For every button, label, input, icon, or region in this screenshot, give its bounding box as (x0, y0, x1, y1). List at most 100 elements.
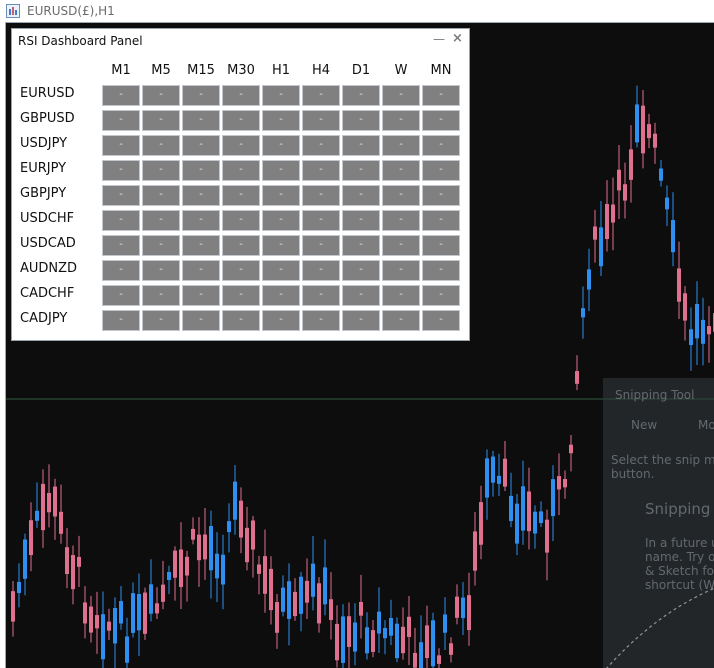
snipping-body-4: shortcut (Win (645, 578, 714, 592)
bear-candle (197, 534, 201, 561)
bull-candle (587, 269, 591, 290)
bear-candle (545, 519, 549, 553)
rsi-cell-audnzd-m5: - (142, 260, 180, 281)
bull-candle (17, 581, 21, 594)
bull-candle (23, 539, 27, 579)
timeframe-header-m30: M30 (227, 63, 255, 78)
bull-candle (635, 104, 639, 143)
rsi-cell-eurusd-h1: - (262, 85, 300, 106)
rsi-cell-usdjpy-h1: - (262, 135, 300, 156)
rsi-cell-usdcad-w: - (382, 235, 420, 256)
bear-candle (593, 226, 597, 240)
bear-candle (467, 595, 471, 631)
rsi-cell-gbpusd-d1: - (342, 110, 380, 131)
pair-label-gbpusd: GBPUSD (20, 111, 75, 126)
rsi-cell-cadjpy-m15: - (182, 310, 220, 331)
pair-label-cadchf: CADCHF (20, 286, 75, 301)
pair-label-audnzd: AUDNZD (20, 261, 78, 276)
rsi-cell-gbpjpy-m5: - (142, 185, 180, 206)
bull-candle (209, 526, 213, 571)
rsi-cell-usdchf-w: - (382, 210, 420, 231)
rsi-cell-usdcad-h4: - (302, 235, 340, 256)
timeframe-header-w: W (394, 63, 408, 78)
rsi-cell-gbpjpy-h4: - (302, 185, 340, 206)
bear-candle (305, 580, 309, 603)
timeframe-header-d1: D1 (351, 63, 371, 78)
bear-candle (179, 549, 183, 588)
bear-candle (77, 556, 81, 567)
bear-candle (107, 621, 111, 631)
bear-candle (239, 500, 243, 538)
bear-candle (527, 491, 531, 532)
bull-candle (701, 319, 705, 344)
bull-candle (221, 554, 225, 585)
rsi-cell-eurusd-m1: - (102, 85, 140, 106)
rsi-cell-cadjpy-m5: - (142, 310, 180, 331)
rsi-cell-usdjpy-m5: - (142, 135, 180, 156)
rsi-cell-usdchf-h1: - (262, 210, 300, 231)
bear-candle (11, 591, 15, 622)
bear-candle (275, 602, 279, 633)
rsi-cell-eurusd-mn: - (422, 85, 460, 106)
bear-candle (41, 483, 45, 531)
rsi-cell-eurusd-m15: - (182, 85, 220, 106)
bear-candle (347, 616, 351, 647)
pair-label-cadjpy: CADJPY (20, 311, 68, 326)
window-title: EURUSD(£),H1 (27, 4, 115, 18)
bear-candle (707, 326, 711, 335)
rsi-cell-cadjpy-m30: - (222, 310, 260, 331)
bear-candle (71, 555, 75, 590)
pair-label-usdchf: USDCHF (20, 211, 75, 226)
rsi-cell-cadjpy-w: - (382, 310, 420, 331)
timeframe-header-m5: M5 (151, 63, 171, 78)
timeframe-header-m1: M1 (111, 63, 131, 78)
bear-candle (473, 531, 477, 571)
rsi-cell-usdchf-mn: - (422, 210, 460, 231)
rsi-cell-eurusd-d1: - (342, 85, 380, 106)
snipping-mode-button: Mo (698, 418, 714, 432)
bear-candle (683, 293, 687, 321)
bull-candle (119, 601, 123, 624)
rsi-cell-audnzd-mn: - (422, 260, 460, 281)
rsi-cell-usdcad-d1: - (342, 235, 380, 256)
rsi-cell-eurjpy-w: - (382, 160, 420, 181)
bull-candle (215, 553, 219, 579)
bear-candle (557, 476, 561, 490)
rsi-cell-cadchf-w: - (382, 285, 420, 306)
bull-candle (521, 486, 525, 531)
bear-candle (173, 550, 177, 578)
bear-candle (359, 601, 363, 616)
bear-candle (641, 105, 645, 154)
bear-candle (653, 133, 657, 148)
rsi-cell-cadjpy-h4: - (302, 310, 340, 331)
bull-candle (167, 571, 171, 581)
panel-minimize-button[interactable]: — (433, 32, 445, 46)
bull-candle (383, 628, 387, 639)
bear-candle (407, 616, 411, 637)
bull-candle (671, 220, 675, 253)
snipping-body-1: In a future up (645, 536, 714, 550)
bull-candle (419, 642, 423, 668)
bear-candle (191, 528, 195, 540)
bull-candle (137, 594, 141, 631)
rsi-cell-gbpusd-m5: - (142, 110, 180, 131)
rsi-cell-gbpjpy-m30: - (222, 185, 260, 206)
snipping-hint-1: Select the snip mode (611, 453, 714, 467)
rsi-cell-usdjpy-d1: - (342, 135, 380, 156)
bull-candle (125, 636, 129, 663)
bull-candle (353, 622, 357, 652)
rsi-cell-usdcad-m30: - (222, 235, 260, 256)
rsi-cell-eurjpy-m5: - (142, 160, 180, 181)
rsi-cell-usdchf-h4: - (302, 210, 340, 231)
bull-candle (299, 576, 303, 614)
rsi-cell-eurjpy-m30: - (222, 160, 260, 181)
panel-close-button[interactable]: × (452, 31, 463, 46)
rsi-cell-cadchf-m1: - (102, 285, 140, 306)
rsi-cell-eurjpy-mn: - (422, 160, 460, 181)
bear-candle (677, 268, 681, 302)
bear-candle (143, 592, 147, 634)
rsi-cell-cadchf-m30: - (222, 285, 260, 306)
bull-candle (515, 503, 519, 544)
panel-header[interactable]: RSI Dashboard Panel — × (12, 29, 469, 53)
timeframe-header-m15: M15 (187, 63, 215, 78)
